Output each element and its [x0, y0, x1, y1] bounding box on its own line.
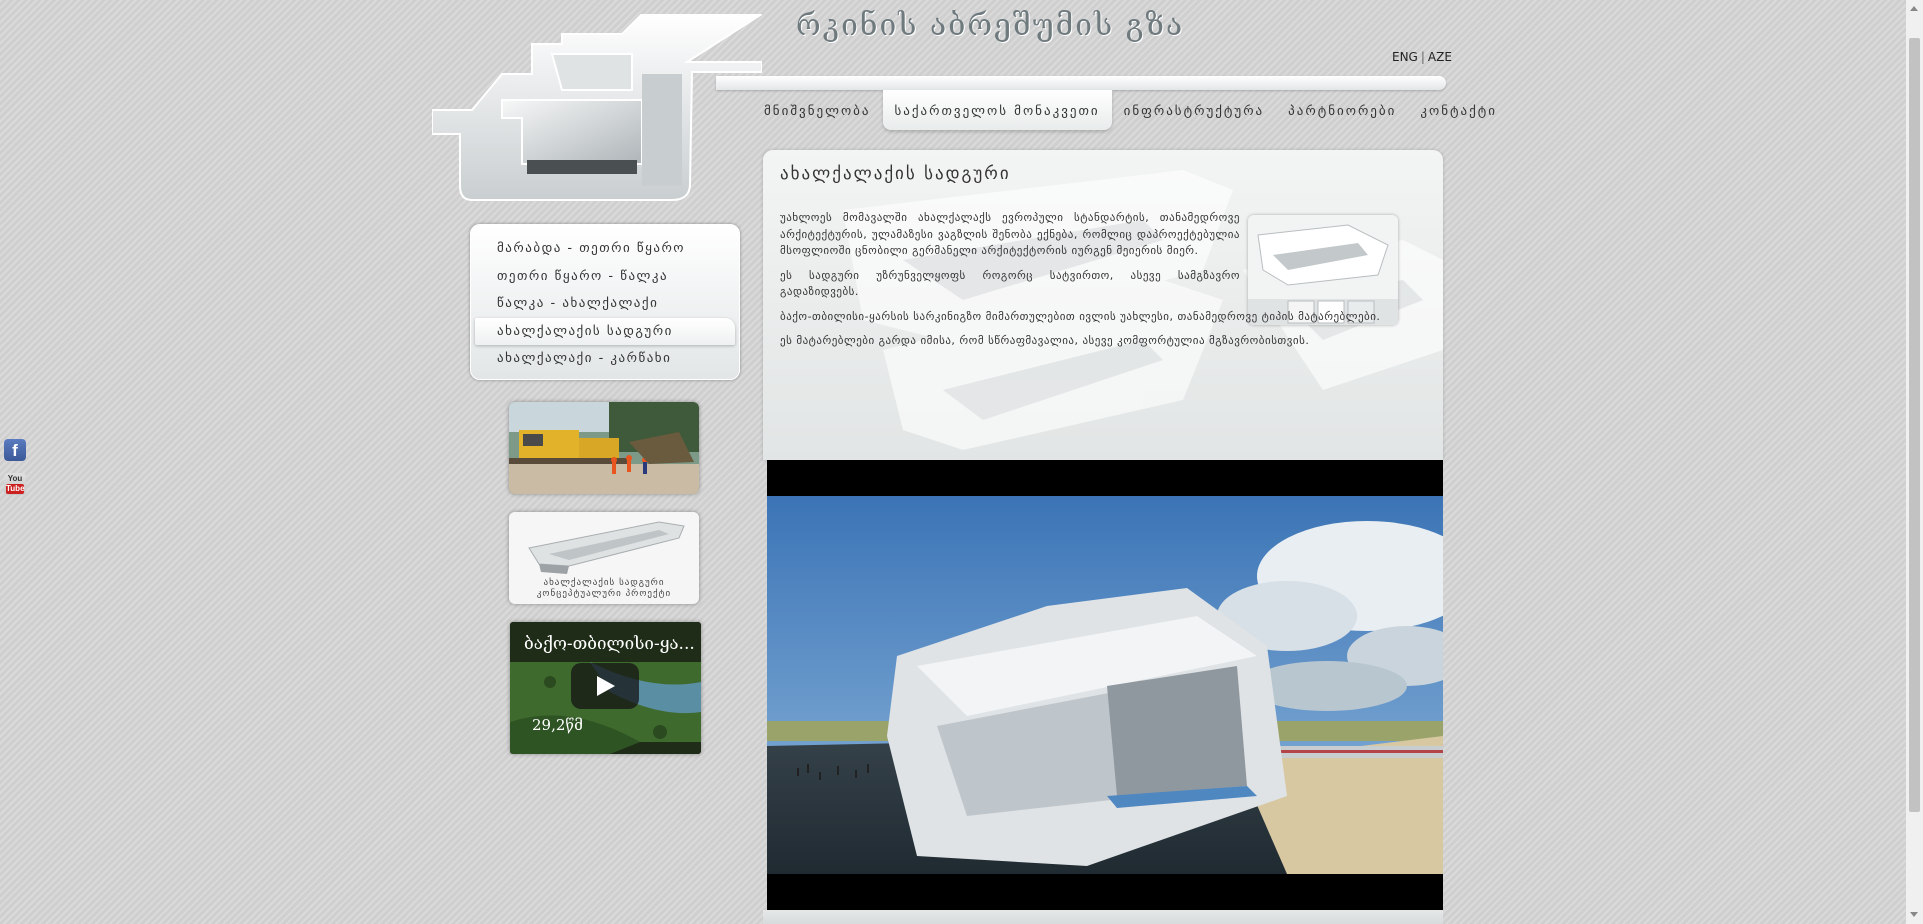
- youtube-icon[interactable]: You Tube: [4, 473, 26, 495]
- station-concept-image: [509, 512, 699, 580]
- facebook-icon[interactable]: f: [4, 439, 26, 461]
- nav-item-partners[interactable]: პარტნიორები: [1276, 90, 1408, 130]
- site-title: რკინის აბრეშუმის გზა: [796, 8, 1185, 43]
- nav-item-contact[interactable]: კონტაქტი: [1408, 90, 1509, 130]
- scrollbar-thumb[interactable]: [1909, 38, 1920, 812]
- section-submenu: მარაბდა - თეთრი წყარო თეთრი წყარო - წალკ…: [470, 224, 740, 380]
- article-paragraph: ეს მატარებლები გარდა იმისა, რომ სწრაფმავ…: [780, 334, 1310, 347]
- construction-photo-link[interactable]: [509, 402, 699, 494]
- page-scrollbar[interactable]: [1906, 0, 1923, 924]
- facebook-glyph: f: [12, 441, 18, 460]
- page: რკინის აბრეშუმის გზა ENG | AZE მნიშვნელობა…: [0, 0, 1923, 924]
- content-footer-strip: [763, 910, 1443, 924]
- header-bar: [716, 76, 1446, 90]
- submenu-item-marabda-tetritskaro[interactable]: მარაბდა - თეთრი წყარო: [471, 235, 739, 263]
- language-switcher: ENG | AZE: [1392, 50, 1452, 64]
- nav-item-georgian-section[interactable]: საქართველოს მონაკვეთი: [882, 90, 1112, 130]
- lang-aze-link[interactable]: AZE: [1428, 50, 1452, 64]
- station-concept-caption-line-1: ახალქალაქის სადგური: [543, 578, 665, 588]
- youtube-you-text: You: [7, 474, 23, 483]
- submenu-item-akhalkalaki-kartsakhi[interactable]: ახალქალაქი - კარწახი: [471, 345, 739, 373]
- station-concept-link[interactable]: ახალქალაქის სადგური კონცეპტუალური პროექტ…: [509, 512, 699, 604]
- content-panel: ახალქალაქის სადგური უახლოეს მომავალში ახ…: [763, 150, 1443, 460]
- scroll-down-arrow-icon[interactable]: [1910, 912, 1918, 917]
- station-concept-caption: ახალქალაქის სადგური კონცეპტუალური პროექტ…: [509, 578, 699, 600]
- nav-item-significance[interactable]: მნიშვნელობა: [752, 90, 883, 130]
- submenu-item-tetritskaro-tsalka[interactable]: თეთრი წყარო - წალკა: [471, 263, 739, 291]
- scroll-up-arrow-icon[interactable]: [1910, 6, 1918, 11]
- video-thumbnail[interactable]: ბაქო-თბილისი-ყა... 29,2წმ: [510, 622, 701, 754]
- station-concept-caption-line-2: კონცეპტუალური პროექტი: [536, 589, 672, 599]
- article-paragraph: ბაქო-თბილისი-ყარსის სარკინიგზო მიმართულე…: [780, 309, 1381, 323]
- page-title: ახალქალაქის სადგური: [780, 164, 1011, 184]
- lang-eng-link[interactable]: ENG: [1392, 50, 1418, 64]
- site-logo[interactable]: [432, 14, 762, 206]
- video-frame: [767, 496, 1443, 874]
- article-paragraph: უახლოეს მომავალში ახალქალაქს ევროპული სტ…: [780, 211, 1240, 257]
- article-body: უახლოეს მომავალში ახალქალაქს ევროპული სტ…: [780, 210, 1438, 358]
- submenu-item-akhalkalaki-station[interactable]: ახალქალაქის სადგური: [475, 317, 735, 345]
- video-thumbnail-title: ბაქო-თბილისი-ყა...: [524, 634, 695, 654]
- article-paragraph: ეს სადგური უზრუნველყოფს როგორც სატვირთო,…: [780, 268, 1240, 299]
- submenu-item-tsalka-akhalkalaki[interactable]: წალკა - ახალქალაქი: [471, 290, 739, 318]
- station-video-player[interactable]: [767, 460, 1443, 910]
- lang-separator: |: [1420, 50, 1425, 64]
- nav-item-infrastructure[interactable]: ინფრასტრუქტურა: [1112, 90, 1277, 130]
- construction-photo: [509, 402, 699, 494]
- main-nav: მნიშვნელობა საქართველოს მონაკვეთი ინფრას…: [752, 90, 1509, 130]
- video-duration: 29,2წმ: [532, 716, 583, 734]
- play-icon[interactable]: [571, 663, 639, 709]
- youtube-tube-text: Tube: [6, 484, 25, 494]
